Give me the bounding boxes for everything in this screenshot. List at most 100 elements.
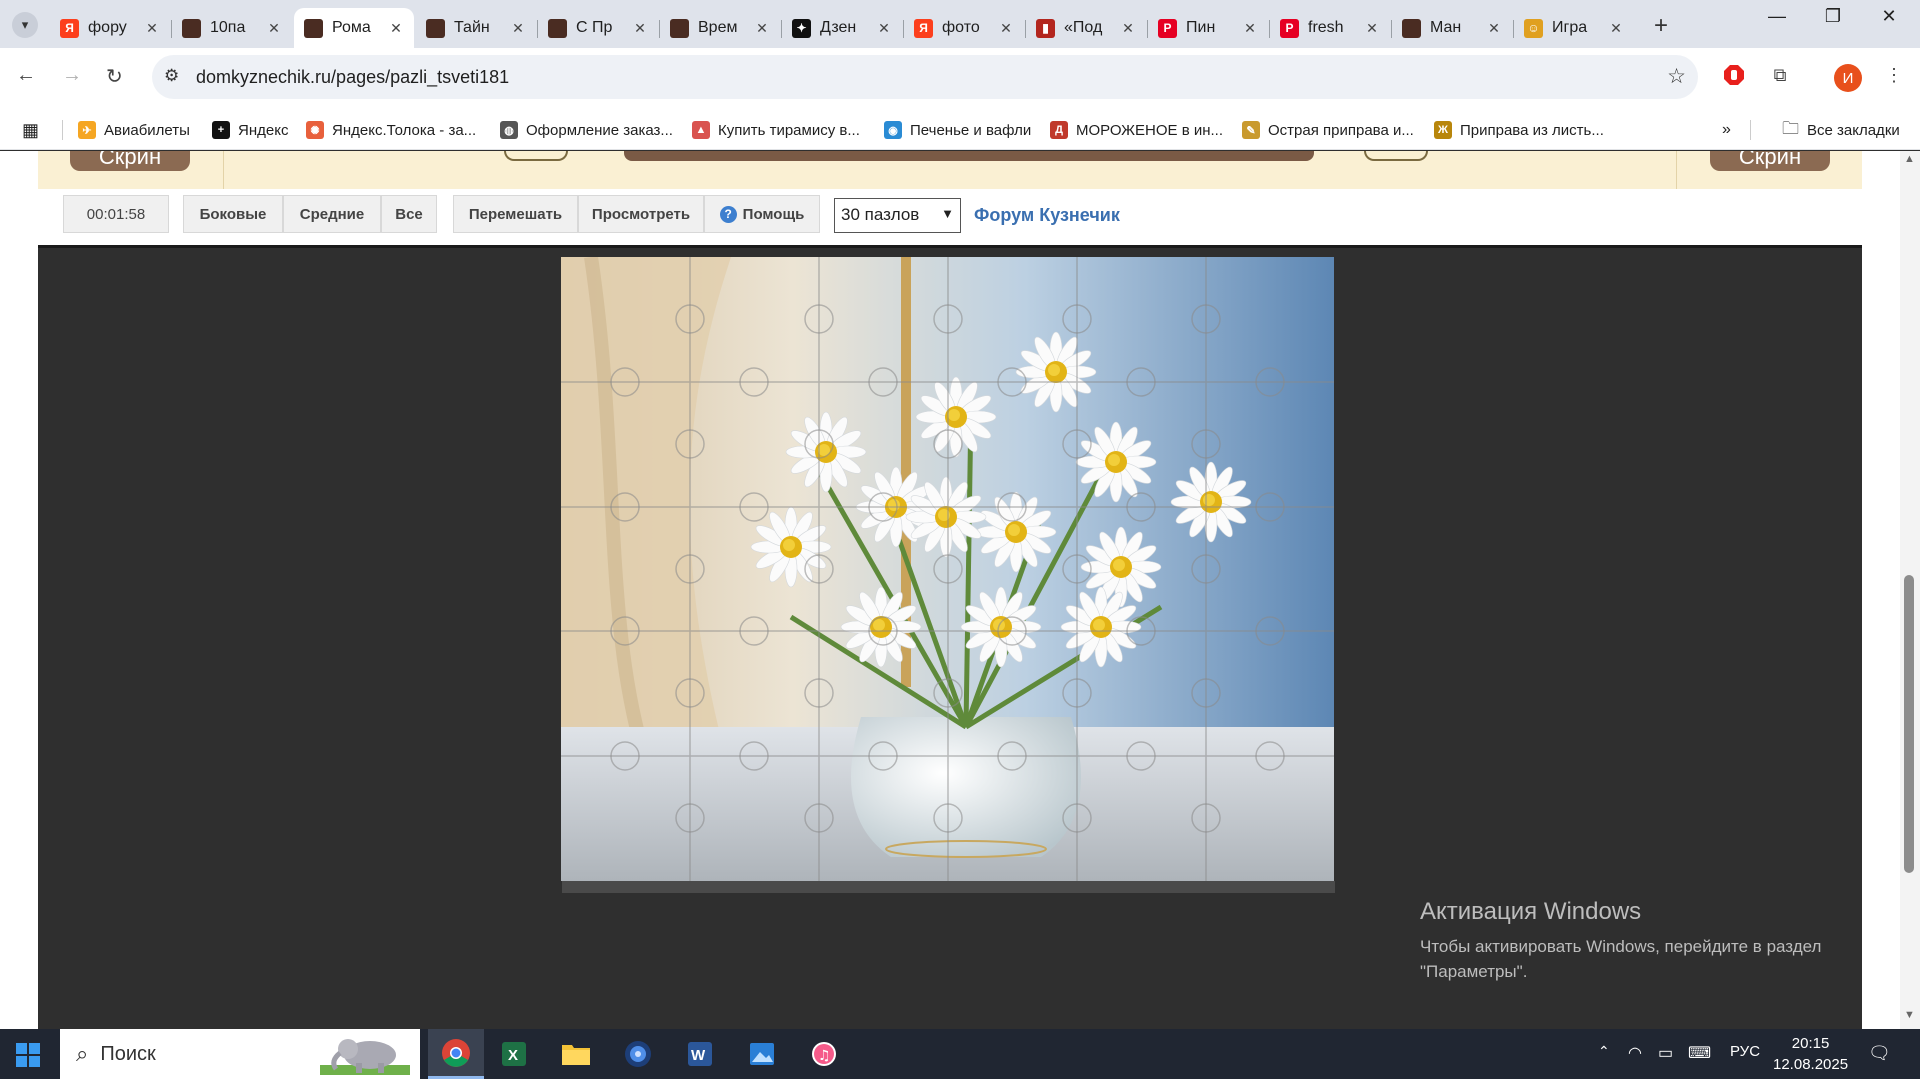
bookmark-item[interactable]: ▲ Купить тирамису в... xyxy=(692,110,860,150)
close-tab-icon[interactable]: ✕ xyxy=(388,20,404,37)
puzzle-controls: 00:01:58 Боковые Средние Все Перемешать … xyxy=(38,189,1862,245)
globe-icon: ◍ xyxy=(500,121,518,139)
site-info-icon[interactable]: ⚙ xyxy=(164,66,179,86)
itunes-taskbar-icon[interactable]: ♫ xyxy=(796,1029,852,1079)
middle-button[interactable]: Средние xyxy=(283,195,381,233)
close-tab-icon[interactable]: ✕ xyxy=(876,20,892,37)
tab-title: Рома xyxy=(332,19,371,36)
close-tab-icon[interactable]: ✕ xyxy=(1242,20,1258,37)
tab-strip: ▾ Яфору ✕ 10па ✕ Рома ✕ Тайн ✕ С Пр ✕ Врем ✕ ✦ Дзен ✕ Я… xyxy=(0,0,1920,48)
all-bookmarks-button[interactable]: 🗀 Все закладки xyxy=(1782,110,1900,150)
kuznechik-icon xyxy=(426,18,445,38)
tab[interactable]: Яфото ✕ xyxy=(904,8,1024,48)
network-icon[interactable]: ◠ xyxy=(1628,1043,1642,1063)
battery-icon[interactable]: ▭ xyxy=(1658,1043,1673,1063)
cookie-icon: ◉ xyxy=(884,121,902,139)
notifications-icon[interactable]: 🗨 xyxy=(1868,1043,1891,1064)
tab[interactable]: 10па ✕ xyxy=(172,8,292,48)
bookmark-item[interactable]: ◉ Печенье и вафли xyxy=(884,110,1031,150)
scrollbar-thumb[interactable] xyxy=(1904,575,1914,873)
minimize-button[interactable]: — xyxy=(1752,6,1802,27)
keyboard-icon[interactable]: ⌨ xyxy=(1688,1043,1711,1063)
photos-taskbar-icon[interactable] xyxy=(734,1029,790,1079)
close-tab-icon[interactable]: ✕ xyxy=(1364,20,1380,37)
help-button[interactable]: ? Помощь xyxy=(704,195,820,233)
apps-grid-icon[interactable]: ▦ xyxy=(22,110,39,150)
restore-button[interactable]: ❐ xyxy=(1808,6,1858,27)
puzzle-image[interactable] xyxy=(561,257,1334,881)
profile-avatar[interactable]: И xyxy=(1834,64,1862,92)
page-scrollbar[interactable]: ▲ ▼ xyxy=(1900,151,1920,1029)
taskbar-search[interactable]: ⌕ Поиск xyxy=(60,1029,420,1079)
forum-link[interactable]: Форум Кузнечик xyxy=(974,205,1120,226)
scroll-down-icon[interactable]: ▼ xyxy=(1904,1009,1915,1021)
screenshot-button-right[interactable]: Скрин xyxy=(1710,151,1830,171)
forward-icon[interactable]: → xyxy=(62,64,82,87)
clock[interactable]: 20:15 12.08.2025 xyxy=(1773,1033,1848,1075)
close-window-button[interactable]: ✕ xyxy=(1864,6,1914,27)
word-taskbar-icon[interactable]: W xyxy=(672,1029,728,1079)
close-tab-icon[interactable]: ✕ xyxy=(1486,20,1502,37)
bookmark-label: Авиабилеты xyxy=(104,121,190,139)
tab[interactable]: Рома ✕ xyxy=(294,8,414,48)
bookmark-star-icon[interactable]: ☆ xyxy=(1667,64,1686,89)
book-icon: ▮ xyxy=(1036,18,1055,38)
new-tab-button[interactable]: + xyxy=(1654,12,1668,40)
bookmark-item[interactable]: ✎ Острая приправа и... xyxy=(1242,110,1414,150)
screenshot-button-left[interactable]: Скрин xyxy=(70,151,190,171)
bookmark-item[interactable]: Ж Приправа из листь... xyxy=(1434,110,1604,150)
close-tab-icon[interactable]: ✕ xyxy=(1608,20,1624,37)
more-bookmarks-icon[interactable]: » xyxy=(1722,110,1731,150)
url-text[interactable]: domkyznechik.ru/pages/pazli_tsveti181 xyxy=(196,67,509,88)
reload-icon[interactable]: ↻ xyxy=(106,64,123,89)
preview-button[interactable]: Просмотреть xyxy=(578,195,704,233)
tab[interactable]: С Пр ✕ xyxy=(538,8,658,48)
menu-icon[interactable]: ⋮ xyxy=(1880,61,1908,89)
close-tab-icon[interactable]: ✕ xyxy=(510,20,526,37)
svg-text:W: W xyxy=(691,1047,706,1064)
tab[interactable]: ▮ «Под ✕ xyxy=(1026,8,1146,48)
language-indicator[interactable]: РУС xyxy=(1730,1043,1760,1060)
tab[interactable]: Pfresh ✕ xyxy=(1270,8,1390,48)
tab[interactable]: ✦ Дзен ✕ xyxy=(782,8,902,48)
bookmark-item[interactable]: ◍ Оформление заказ... xyxy=(500,110,673,150)
extensions-icon[interactable]: ⧉ xyxy=(1766,61,1794,89)
media-app-taskbar-icon[interactable] xyxy=(610,1029,666,1079)
tab[interactable]: P Пин ✕ xyxy=(1148,8,1268,48)
close-tab-icon[interactable]: ✕ xyxy=(266,20,282,37)
pieces-select[interactable]: 30 пазлов ▼ xyxy=(834,198,961,233)
bookmark-item[interactable]: ✈ Авиабилеты xyxy=(78,110,190,150)
spice-icon: ✎ xyxy=(1242,121,1260,139)
windows-start-icon[interactable] xyxy=(16,1043,40,1067)
tab-title: fresh xyxy=(1308,19,1344,36)
close-tab-icon[interactable]: ✕ xyxy=(1120,20,1136,37)
tab-search-icon[interactable]: ▾ xyxy=(12,12,38,38)
adblock-extension-icon[interactable] xyxy=(1720,61,1748,89)
excel-taskbar-icon[interactable]: X xyxy=(486,1029,542,1079)
sides-button[interactable]: Боковые xyxy=(183,195,283,233)
close-tab-icon[interactable]: ✕ xyxy=(754,20,770,37)
file-explorer-taskbar-icon[interactable] xyxy=(548,1029,604,1079)
shuffle-button[interactable]: Перемешать xyxy=(453,195,578,233)
bookmark-item[interactable]: ✺ Яндекс.Толока - за... xyxy=(306,110,476,150)
kuznechik-icon xyxy=(670,18,689,38)
tab[interactable]: ☺ Игра ✕ xyxy=(1514,8,1634,48)
tray-overflow-icon[interactable]: ⌃ xyxy=(1598,1043,1610,1060)
tab[interactable]: Яфору ✕ xyxy=(50,8,170,48)
bookmark-item[interactable]: + Яндекс xyxy=(212,110,288,150)
scroll-up-icon[interactable]: ▲ xyxy=(1904,153,1915,165)
close-tab-icon[interactable]: ✕ xyxy=(998,20,1014,37)
help-icon: ? xyxy=(719,205,737,223)
close-tab-icon[interactable]: ✕ xyxy=(632,20,648,37)
tab[interactable]: Ман ✕ xyxy=(1392,8,1512,48)
tab[interactable]: Тайн ✕ xyxy=(416,8,536,48)
bookmark-item[interactable]: Д МОРОЖЕНОЕ в ин... xyxy=(1050,110,1223,150)
all-button[interactable]: Все xyxy=(381,195,437,233)
banner-ornament xyxy=(504,151,568,161)
tab[interactable]: Врем ✕ xyxy=(660,8,780,48)
chrome-taskbar-icon[interactable] xyxy=(428,1029,484,1079)
svg-text:♫: ♫ xyxy=(818,1048,831,1064)
back-icon[interactable]: ← xyxy=(16,64,36,87)
close-tab-icon[interactable]: ✕ xyxy=(144,20,160,37)
address-bar[interactable]: ⚙ domkyznechik.ru/pages/pazli_tsveti181 … xyxy=(152,55,1698,99)
